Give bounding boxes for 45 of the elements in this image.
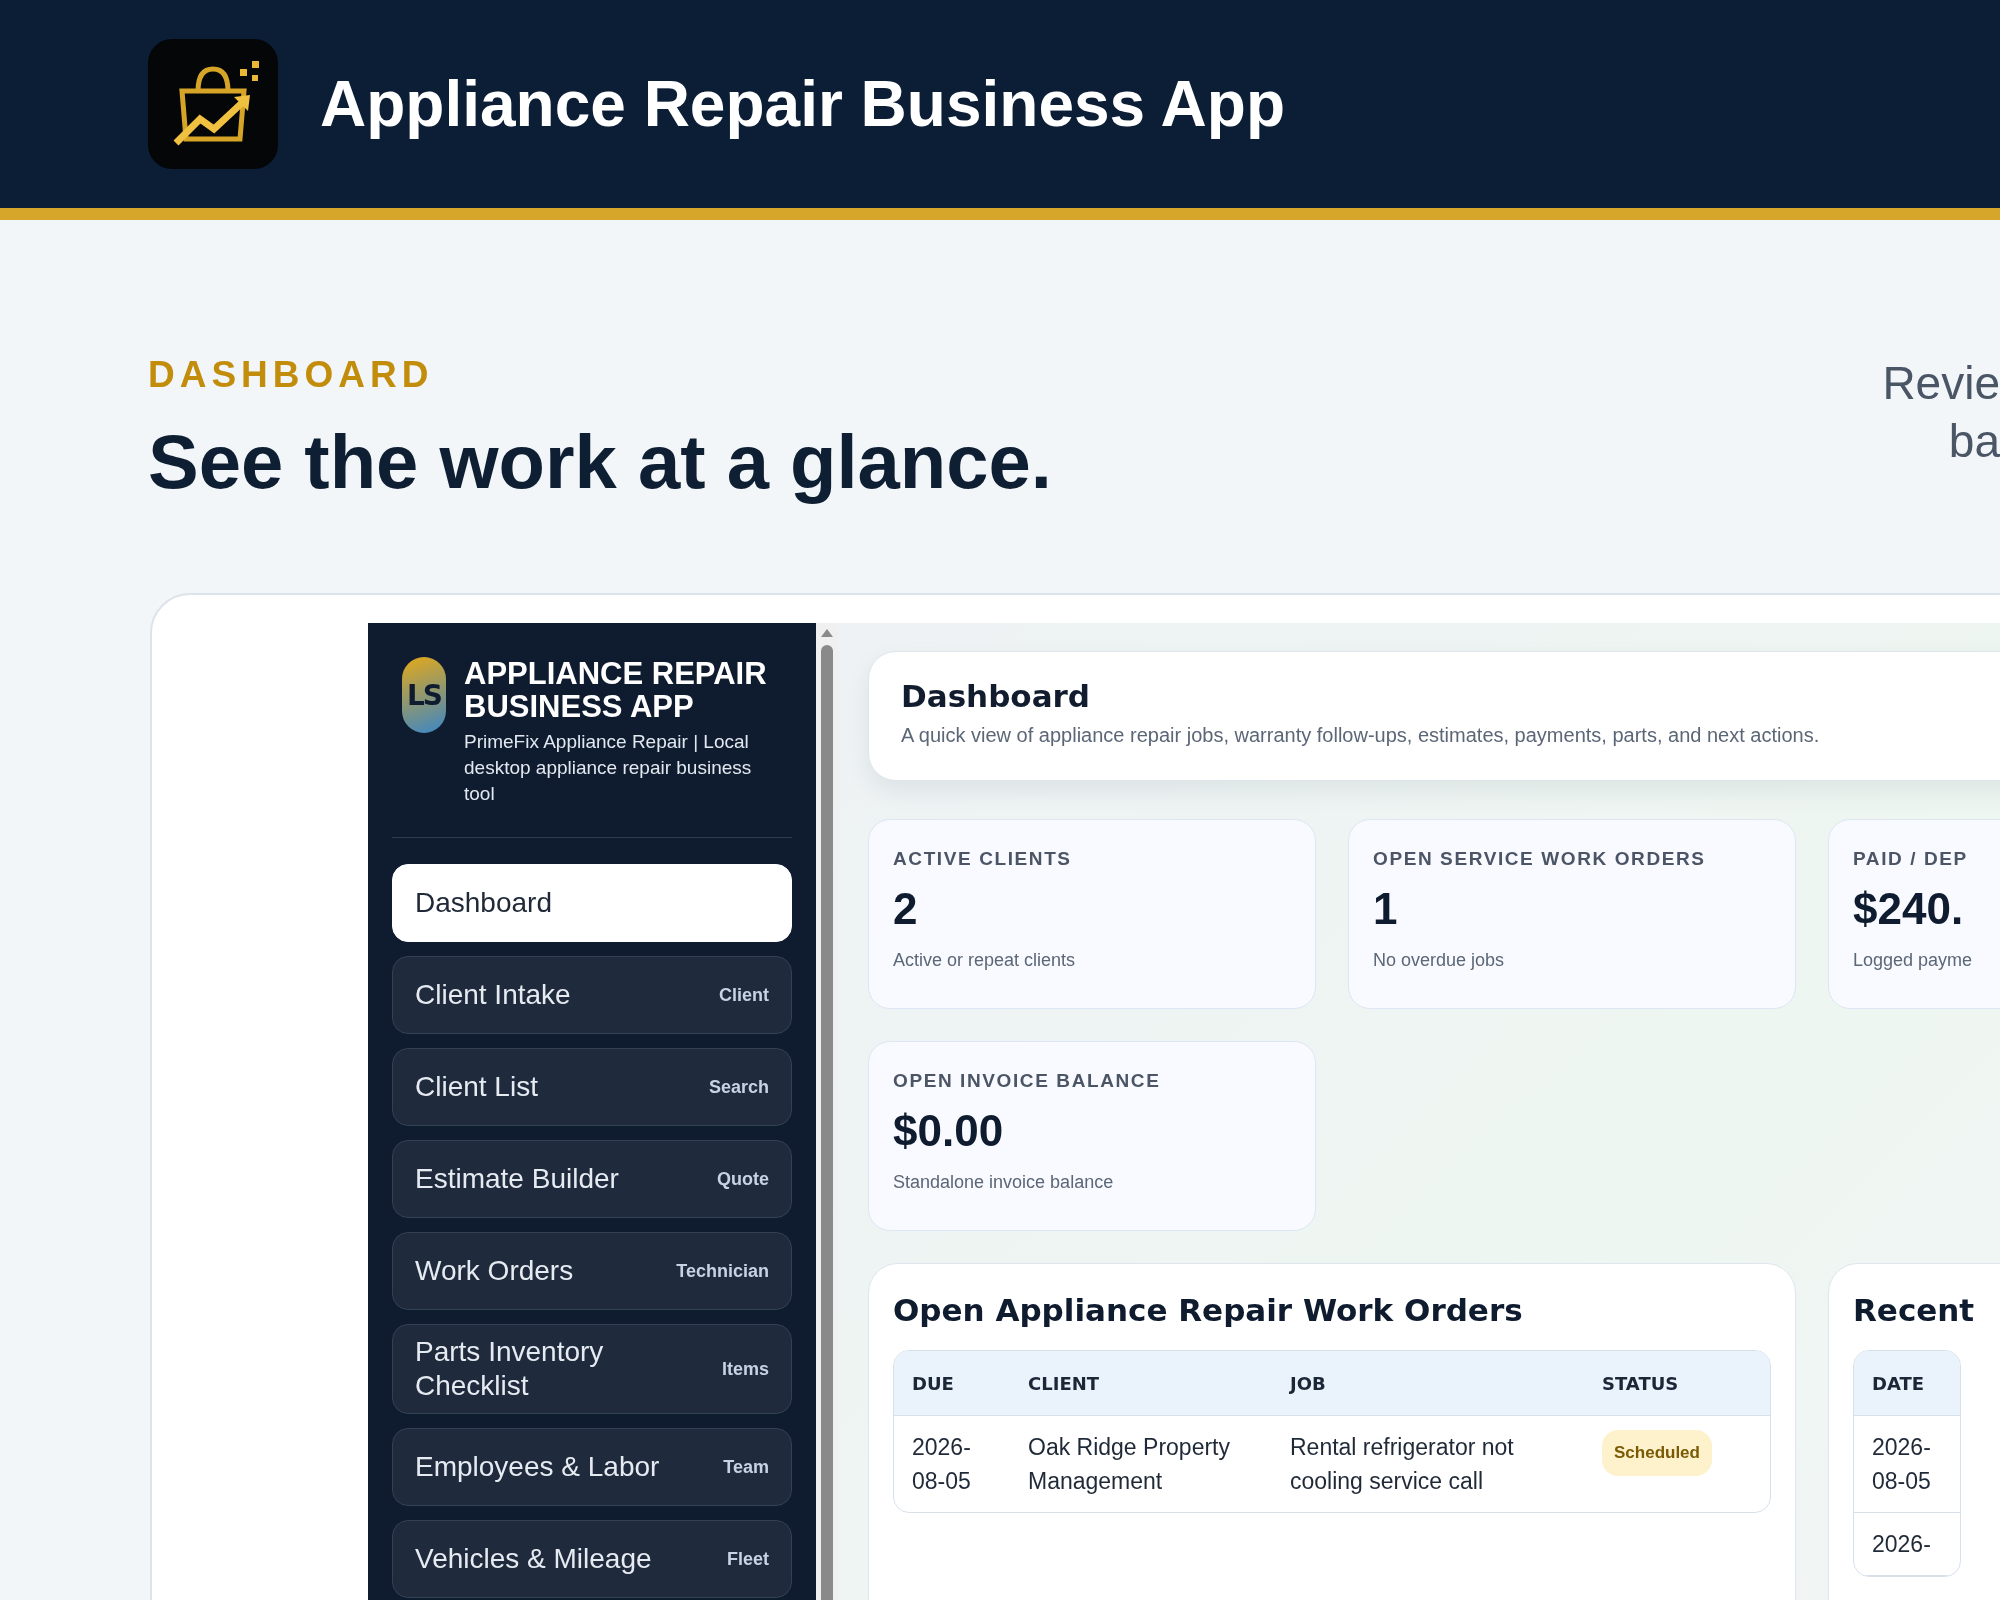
brand-subtitle: PrimeFix Appliance Repair | Local desktop appliance repair business tool [464,730,753,806]
section-eyebrow: DASHBOARD [148,354,435,396]
stat-value: 2 [893,884,919,934]
table-cell-text: Rental refrigerator not cooling service call [1289,1433,1515,1496]
card-title: Recent [1853,1292,1976,1328]
app-title: Appliance Repair Business App [320,67,1285,141]
nav-item[interactable]: Client Intake Client [392,956,792,1034]
status-badge: Scheduled [1602,1430,1712,1476]
stat-value: $240. [1853,884,1965,934]
nav-item[interactable]: Dashboard [392,864,792,942]
stat-label: OPEN INVOICE BALANCE [893,1070,1162,1092]
table-cell: 2026-08-05 [1854,1416,1960,1513]
stat-value: 1 [1373,884,1399,934]
stat-value: $0.00 [893,1106,1005,1156]
nav-item[interactable]: Work Orders Technician [392,1232,792,1310]
table-cell: 2026- [1854,1513,1960,1576]
stat-note: Standalone invoice balance [893,1172,1115,1193]
table-cell-text: Oak Ridge Property Management [1027,1433,1231,1496]
nav-item[interactable]: Estimate Builder Quote [392,1140,792,1218]
column-header: STATUS [1584,1351,1770,1416]
intro-text: ba [1947,414,2000,469]
table-cell-text: 2026-08-05 [911,1433,972,1496]
nav-item[interactable]: Vehicles & Mileage Fleet [392,1520,792,1598]
bag-chart-logo-icon [148,39,278,169]
column-header: DUE [894,1351,1010,1416]
page-title: Dashboard [901,678,1092,714]
intro-text: Revie [1882,356,2000,411]
column-header: CLIENT [1010,1351,1272,1416]
nav-item[interactable]: Employees & Labor Team [392,1428,792,1506]
stat-note: Logged payme [1853,950,1974,971]
stat-note: No overdue jobs [1373,950,1506,971]
nav-item[interactable]: Parts Inventory Checklist Items [392,1324,792,1414]
stat-label: PAID / DEP [1853,848,1969,870]
page-headline: See the work at a glance. [148,418,1052,505]
nav-item[interactable]: Client List Search [392,1048,792,1126]
stat-label: ACTIVE CLIENTS [893,848,1073,870]
card-title: Open Appliance Repair Work Orders [893,1292,1524,1328]
column-header: DATE [1854,1351,1960,1416]
column-header: JOB [1272,1351,1584,1416]
scrollbar[interactable] [816,623,838,1600]
page-subtitle: A quick view of appliance repair jobs, warranty follow-ups, estimates, payments, parts, and next actions. [901,724,1821,747]
stat-label: OPEN SERVICE WORK ORDERS [1373,848,1707,870]
brand-logo: LS [402,657,446,733]
stat-note: Active or repeat clients [893,950,1077,971]
brand-title: APPLIANCE REPAIR BUSINESS APP [464,657,768,723]
